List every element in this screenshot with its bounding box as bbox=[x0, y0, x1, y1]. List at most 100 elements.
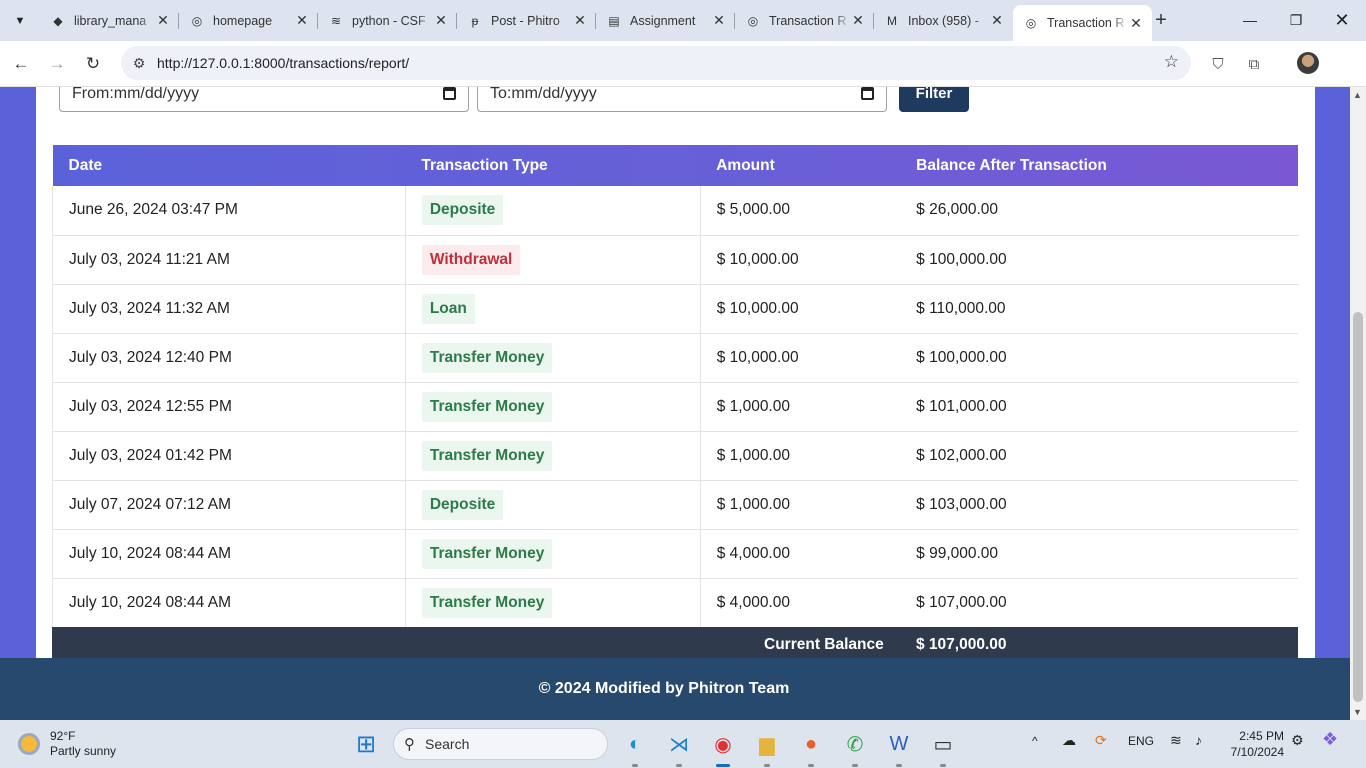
cell-transaction-type: Transfer Money bbox=[404, 382, 701, 431]
browser-tab[interactable]: ᵽ Post - Phitro ✕ bbox=[457, 5, 596, 36]
browser-tab[interactable]: M Inbox (958) - ✕ bbox=[874, 5, 1013, 36]
taskbar-search-label: Search bbox=[425, 736, 470, 752]
minimize-button[interactable]: — bbox=[1230, 8, 1270, 32]
app-running-indicator bbox=[852, 764, 858, 767]
volume-icon[interactable]: ♪ bbox=[1195, 732, 1202, 748]
terminal-icon[interactable]: ▭ bbox=[927, 728, 959, 760]
current-balance-label: Current Balance bbox=[764, 636, 884, 653]
forward-button[interactable]: → bbox=[44, 51, 70, 77]
browser-tab[interactable]: ▤ Assignment ✕ bbox=[596, 5, 735, 36]
back-button[interactable]: ← bbox=[8, 51, 34, 77]
report-card: From:mm/dd/yyyy To:mm/dd/yyyy Filter Dat… bbox=[36, 87, 1315, 658]
extensions-puzzle-icon[interactable]: ⧉ bbox=[1243, 53, 1265, 75]
browser-tab[interactable]: ◆ library_mana ✕ bbox=[40, 5, 179, 36]
app-running-indicator bbox=[764, 764, 770, 767]
system-clock[interactable]: 2:45 PM 7/10/2024 bbox=[1222, 728, 1284, 760]
cell-date: June 26, 2024 03:47 PM bbox=[52, 186, 406, 235]
cell-transaction-type: Deposite bbox=[404, 186, 701, 235]
scroll-down-arrow-icon[interactable]: ▼ bbox=[1353, 707, 1362, 717]
restore-button[interactable]: ❐ bbox=[1276, 8, 1316, 32]
transaction-type-badge: Transfer Money bbox=[421, 342, 553, 373]
to-date-input[interactable]: To:mm/dd/yyyy bbox=[477, 87, 887, 112]
stackoverflow-icon: ≋ bbox=[330, 13, 342, 28]
calendar-icon[interactable] bbox=[861, 87, 874, 100]
date-filter-form: From:mm/dd/yyyy To:mm/dd/yyyy Filter bbox=[59, 87, 969, 112]
table-row: July 07, 2024 07:12 AM Deposite $ 1,000.00… bbox=[52, 480, 1298, 529]
from-date-input[interactable]: From:mm/dd/yyyy bbox=[59, 87, 469, 112]
cell-balance: $ 107,000.00 bbox=[916, 593, 1007, 611]
browser-tab[interactable]: ◎ Transaction R ✕ bbox=[1013, 5, 1152, 41]
close-tab-icon[interactable]: ✕ bbox=[572, 12, 588, 29]
close-window-button[interactable]: ✕ bbox=[1322, 8, 1362, 32]
weather-widget[interactable]: 92°F Partly sunny bbox=[18, 729, 116, 759]
partly-sunny-icon bbox=[18, 733, 40, 755]
github-icon: ◆ bbox=[53, 13, 63, 28]
firefox-icon[interactable]: ● bbox=[795, 728, 827, 760]
cell-date: July 03, 2024 12:40 PM bbox=[52, 333, 406, 382]
chrome-icon[interactable]: ◉ bbox=[707, 728, 739, 760]
calendar-icon[interactable] bbox=[443, 87, 456, 100]
windows-taskbar: 92°F Partly sunny ⊞ ⚲ Search ◐ ⋊ ◉ ▆ ● ✆… bbox=[0, 720, 1366, 768]
file-explorer-icon[interactable]: ▆ bbox=[751, 728, 783, 760]
transaction-type-badge: Transfer Money bbox=[421, 391, 553, 422]
cell-transaction-type: Withdrawal bbox=[404, 235, 701, 284]
phitron-icon: ᵽ bbox=[471, 13, 479, 28]
filter-button[interactable]: Filter bbox=[899, 87, 969, 112]
new-tab-button[interactable]: + bbox=[1150, 9, 1172, 31]
globe-icon: ◎ bbox=[191, 13, 203, 28]
close-tab-icon[interactable]: ✕ bbox=[989, 12, 1005, 29]
copilot-icon[interactable]: ❖ bbox=[1322, 729, 1338, 750]
whatsapp-icon[interactable]: ✆ bbox=[839, 728, 871, 760]
cell-balance: $ 101,000.00 bbox=[916, 397, 1007, 415]
onedrive-cloud-icon[interactable]: ☁ bbox=[1062, 732, 1076, 749]
close-tab-icon[interactable]: ✕ bbox=[1128, 15, 1144, 31]
profile-avatar[interactable] bbox=[1297, 52, 1319, 74]
notification-icon[interactable]: ⚙ bbox=[1291, 732, 1304, 749]
close-tab-icon[interactable]: ✕ bbox=[850, 12, 866, 29]
cell-amount: $ 1,000.00 bbox=[699, 480, 901, 529]
table-header-row: Date Transaction Type Amount Balance Aft… bbox=[52, 145, 1298, 186]
cell-date: July 03, 2024 01:42 PM bbox=[52, 431, 406, 480]
sync-icon[interactable]: ⟳ bbox=[1095, 732, 1107, 749]
windows-start-icon[interactable]: ⊞ bbox=[350, 728, 382, 760]
reload-button[interactable]: ↻ bbox=[80, 51, 106, 77]
cell-balance: $ 99,000.00 bbox=[916, 544, 999, 562]
app-running-indicator bbox=[940, 764, 946, 767]
tab-title: homepage bbox=[213, 13, 273, 28]
vscode-icon[interactable]: ⋊ bbox=[663, 728, 695, 760]
page-scrollbar[interactable]: ▲ ▼ bbox=[1350, 87, 1366, 720]
shield-extension-icon[interactable]: ⛉ bbox=[1207, 53, 1229, 75]
edge-icon[interactable]: ◐ bbox=[619, 728, 651, 760]
tab-title: Transaction R bbox=[1047, 16, 1125, 30]
cell-amount: $ 4,000.00 bbox=[699, 529, 901, 578]
browser-tab[interactable]: ◎ Transaction R ✕ bbox=[735, 5, 874, 36]
browser-tab[interactable]: ≋ python - CSF ✕ bbox=[318, 5, 457, 36]
browser-tab[interactable]: ◎ homepage ✕ bbox=[179, 5, 318, 36]
table-row: July 03, 2024 11:21 AM Withdrawal $ 10,000… bbox=[52, 235, 1298, 284]
cell-transaction-type: Transfer Money bbox=[404, 333, 701, 382]
scrollbar-thumb[interactable] bbox=[1353, 312, 1363, 702]
taskbar-search[interactable]: ⚲ Search bbox=[393, 728, 608, 760]
close-tab-icon[interactable]: ✕ bbox=[155, 12, 171, 29]
table-row: July 10, 2024 08:44 AM Transfer Money $ 4,… bbox=[52, 578, 1298, 627]
bookmark-star-icon[interactable]: ☆ bbox=[1164, 52, 1179, 72]
cell-amount: $ 10,000.00 bbox=[699, 284, 901, 333]
wifi-icon[interactable]: ≋ bbox=[1170, 732, 1182, 749]
cell-amount: $ 1,000.00 bbox=[699, 431, 901, 480]
globe-icon: ◎ bbox=[1025, 16, 1037, 30]
address-bar[interactable]: ⚙ http://127.0.0.1:8000/transactions/rep… bbox=[121, 46, 1191, 80]
app-running-indicator bbox=[896, 764, 902, 767]
scroll-up-arrow-icon[interactable]: ▲ bbox=[1353, 90, 1362, 100]
close-tab-icon[interactable]: ✕ bbox=[711, 12, 727, 29]
tab-title: Assignment bbox=[630, 13, 696, 28]
tab-search-button[interactable]: ▼ bbox=[8, 9, 32, 33]
word-icon[interactable]: W bbox=[883, 728, 915, 760]
site-info-icon[interactable]: ⚙ bbox=[129, 53, 149, 73]
show-hidden-icons-chevron-icon[interactable]: ^ bbox=[1032, 734, 1038, 748]
language-indicator[interactable]: ENG bbox=[1128, 734, 1154, 748]
cell-balance: $ 100,000.00 bbox=[916, 250, 1007, 268]
close-tab-icon[interactable]: ✕ bbox=[433, 12, 449, 29]
cell-date: July 07, 2024 07:12 AM bbox=[52, 480, 406, 529]
close-tab-icon[interactable]: ✕ bbox=[294, 12, 310, 29]
url-text: http://127.0.0.1:8000/transactions/repor… bbox=[157, 55, 410, 71]
